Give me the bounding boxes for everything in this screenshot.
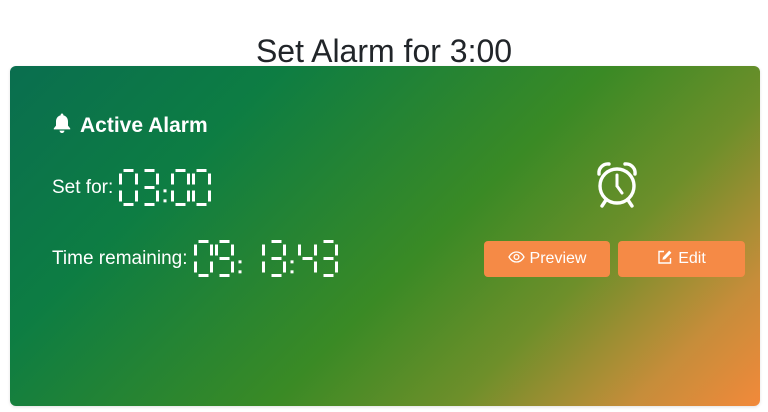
preview-button-label: Preview: [529, 250, 587, 267]
card-title: Active Alarm: [80, 113, 208, 137]
segment-b: [230, 244, 234, 256]
segment-d: [219, 274, 230, 277]
digit-colon: [238, 260, 242, 274]
segment-a: [198, 240, 209, 243]
segment-d: [175, 203, 186, 206]
segment-c: [156, 190, 160, 202]
segment-b: [282, 244, 286, 256]
digit-colon: [163, 189, 167, 203]
segment-c: [209, 261, 213, 273]
edit-button[interactable]: Edit: [618, 241, 745, 277]
digit-0: [193, 240, 213, 277]
time-remaining-row: Time remaining:: [52, 240, 338, 277]
set-for-label: Set for:: [52, 176, 114, 198]
segment-b: [313, 244, 317, 256]
segment-g: [219, 257, 230, 260]
segment-e: [192, 190, 196, 202]
digit-colon: [290, 260, 294, 274]
segment-c: [313, 261, 317, 273]
segment-d: [123, 203, 134, 206]
segment-b: [135, 173, 139, 185]
segment-a: [144, 169, 155, 172]
segment-g: [302, 257, 313, 260]
set-for-time-display: [119, 169, 212, 206]
segment-d: [271, 274, 282, 277]
digit-3: [144, 169, 160, 206]
bell-icon: [52, 112, 72, 139]
segment-c: [334, 261, 338, 273]
segment-b: [187, 173, 191, 185]
segment-f: [171, 173, 175, 185]
segment-f: [192, 173, 196, 185]
page: Set Alarm for 3:00 Active Alarm Set for:…: [0, 0, 768, 412]
segment-g: [144, 186, 155, 189]
segment-f: [119, 173, 123, 185]
digit-0: [119, 169, 139, 206]
segment-c: [187, 190, 191, 202]
segment-g: [323, 257, 334, 260]
segment-c: [230, 261, 234, 273]
segment-d: [196, 203, 207, 206]
segment-c: [135, 190, 139, 202]
segment-d: [198, 274, 209, 277]
card-header: Active Alarm: [52, 112, 208, 139]
segment-d: [323, 274, 334, 277]
segment-b: [334, 244, 338, 256]
segment-a: [196, 169, 207, 172]
edit-button-label: Edit: [678, 250, 706, 267]
digit-3: [323, 240, 338, 277]
segment-b: [156, 173, 160, 185]
eye-icon: [507, 250, 525, 268]
segment-c: [282, 261, 286, 273]
segment-b: [209, 244, 213, 256]
segment-a: [219, 240, 230, 243]
segment-a: [175, 169, 186, 172]
digit-0: [171, 169, 191, 206]
segment-a: [323, 240, 334, 243]
segment-a: [271, 240, 282, 243]
digit-0: [192, 169, 212, 206]
segment-f: [214, 244, 218, 256]
digit-3: [271, 240, 286, 277]
digit-9: [214, 240, 234, 277]
segment-e: [193, 261, 197, 273]
digit-1: [261, 244, 265, 273]
time-remaining-label: Time remaining:: [52, 247, 188, 269]
segment-g: [271, 257, 282, 260]
segment-a: [123, 169, 134, 172]
segment-f: [297, 244, 301, 256]
segment-e: [171, 190, 175, 202]
alarm-clock-icon: [590, 158, 644, 217]
segment-d: [144, 203, 155, 206]
time-remaining-display: [193, 240, 338, 277]
edit-icon: [657, 249, 673, 270]
digit-4: [297, 244, 317, 273]
segment-e: [119, 190, 123, 202]
segment-f: [193, 244, 197, 256]
alarm-card: Active Alarm Set for: Time remaining: Pr…: [10, 66, 760, 406]
segment-b: [208, 173, 212, 185]
segment-c: [208, 190, 212, 202]
preview-button[interactable]: Preview: [484, 241, 610, 277]
set-for-row: Set for:: [52, 169, 212, 206]
segment-c: [261, 261, 265, 273]
segment-b: [261, 244, 265, 256]
